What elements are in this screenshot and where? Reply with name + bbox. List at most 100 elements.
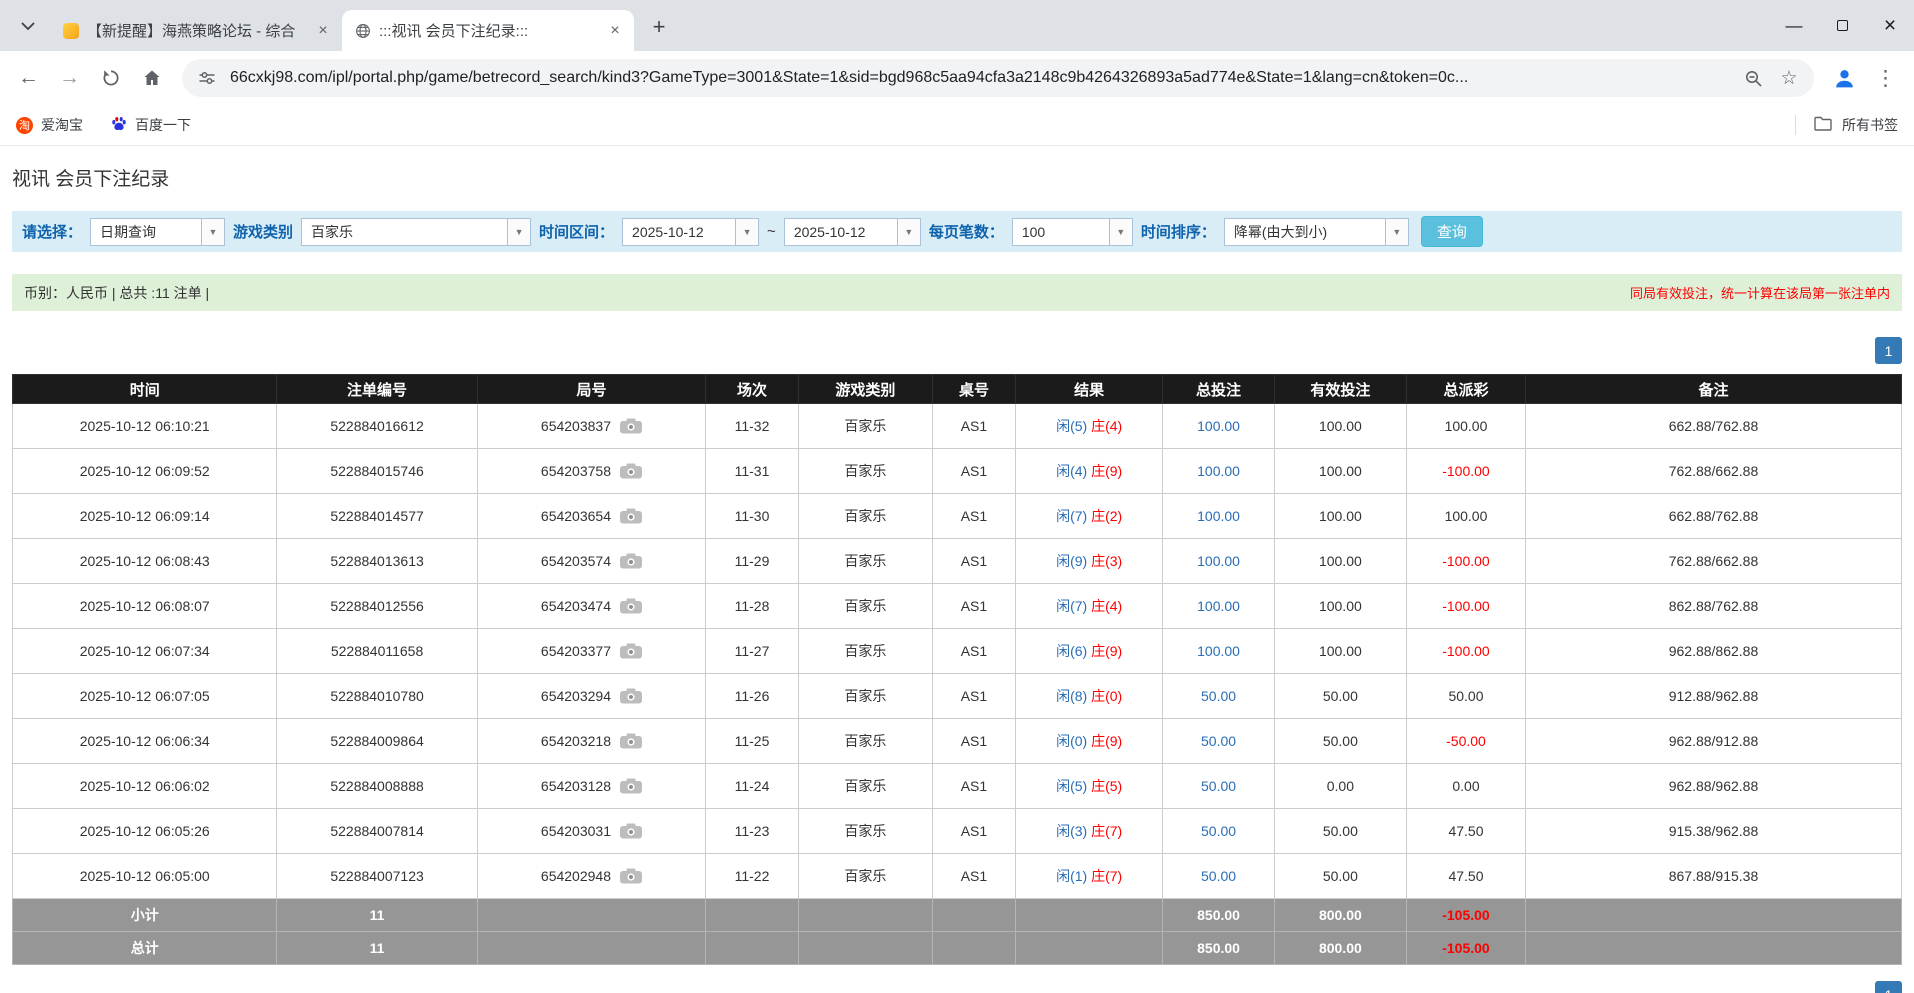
tab-close-icon[interactable]: × xyxy=(604,20,626,42)
browser-menu-icon[interactable]: ⋮ xyxy=(1867,60,1904,97)
minimize-button[interactable]: — xyxy=(1770,0,1818,51)
refresh-button[interactable] xyxy=(92,60,129,97)
replay-camera-icon[interactable] xyxy=(620,733,642,749)
total-payout: -105.00 xyxy=(1406,932,1525,965)
round-number: 654202948 xyxy=(541,868,611,884)
home-button[interactable] xyxy=(133,60,170,97)
all-bookmarks-button[interactable]: 所有书签 xyxy=(1795,115,1898,135)
all-bookmarks-label: 所有书签 xyxy=(1842,115,1898,135)
total-bet-cell[interactable]: 100.00 xyxy=(1163,539,1274,584)
round-number: 654203218 xyxy=(541,733,611,749)
round-cell: 654202948 xyxy=(477,854,706,899)
session-cell: 11-26 xyxy=(706,674,799,719)
chevron-down-icon[interactable]: ▼ xyxy=(507,219,530,245)
total-bet-cell[interactable]: 100.00 xyxy=(1163,584,1274,629)
page-1-button[interactable]: 1 xyxy=(1875,981,1902,993)
session-cell: 11-27 xyxy=(706,629,799,674)
replay-camera-icon[interactable] xyxy=(620,688,642,704)
zoom-icon[interactable] xyxy=(1740,65,1766,91)
page-title: 视讯 会员下注纪录 xyxy=(12,164,1902,191)
session-cell: 11-29 xyxy=(706,539,799,584)
total-bet-cell[interactable]: 50.00 xyxy=(1163,854,1274,899)
tab-forum[interactable]: 【新提醒】海燕策略论坛 - 综合 × xyxy=(50,10,342,51)
date-from-select[interactable]: 2025-10-12 ▼ xyxy=(622,218,759,246)
valid-bet-cell: 100.00 xyxy=(1274,404,1406,449)
page-1-button[interactable]: 1 xyxy=(1875,337,1902,364)
replay-camera-icon[interactable] xyxy=(620,823,642,839)
session-cell: 11-24 xyxy=(706,764,799,809)
new-tab-button[interactable]: + xyxy=(644,12,674,42)
table-row: 2025-10-12 06:09:52522884015746654203758… xyxy=(13,449,1902,494)
total-bet-cell[interactable]: 50.00 xyxy=(1163,674,1274,719)
session-cell: 11-22 xyxy=(706,854,799,899)
replay-camera-icon[interactable] xyxy=(620,553,642,569)
close-window-button[interactable]: × xyxy=(1866,0,1914,51)
bookmark-taobao[interactable]: 淘 爱淘宝 xyxy=(16,115,83,135)
table-row: 2025-10-12 06:06:34522884009864654203218… xyxy=(13,719,1902,764)
back-button[interactable]: ← xyxy=(10,60,47,97)
result-player: 闲(7) xyxy=(1056,508,1087,524)
total-bet-cell[interactable]: 100.00 xyxy=(1163,629,1274,674)
chevron-down-icon[interactable]: ▼ xyxy=(1109,219,1132,245)
column-header: 有效投注 xyxy=(1274,375,1406,404)
chevron-down-icon[interactable]: ▼ xyxy=(897,219,920,245)
column-header: 局号 xyxy=(477,375,706,404)
column-header: 游戏类别 xyxy=(798,375,932,404)
total-bet-cell[interactable]: 50.00 xyxy=(1163,764,1274,809)
date-to-select[interactable]: 2025-10-12 ▼ xyxy=(784,218,921,246)
bookmark-baidu[interactable]: 百度一下 xyxy=(111,115,191,135)
replay-camera-icon[interactable] xyxy=(620,418,642,434)
round-cell: 654203294 xyxy=(477,674,706,719)
bet-time-cell: 2025-10-12 06:08:43 xyxy=(13,539,277,584)
replay-camera-icon[interactable] xyxy=(620,643,642,659)
game-category-cell: 百家乐 xyxy=(798,719,932,764)
url-bar[interactable]: 66cxkj98.com/ipl/portal.php/game/betreco… xyxy=(182,59,1814,97)
profile-avatar[interactable] xyxy=(1826,60,1863,97)
replay-camera-icon[interactable] xyxy=(620,778,642,794)
per-page-label: 每页笔数： xyxy=(929,221,1004,242)
replay-camera-icon[interactable] xyxy=(620,868,642,884)
column-header: 备注 xyxy=(1525,375,1901,404)
replay-camera-icon[interactable] xyxy=(620,508,642,524)
empty-cell xyxy=(1016,899,1163,932)
total-bet-cell[interactable]: 100.00 xyxy=(1163,449,1274,494)
total-bet-cell[interactable]: 100.00 xyxy=(1163,494,1274,539)
subtotal-count: 11 xyxy=(277,899,477,932)
bet-time-cell: 2025-10-12 06:06:02 xyxy=(13,764,277,809)
game-type-label: 游戏类别 xyxy=(233,221,293,242)
round-cell: 654203837 xyxy=(477,404,706,449)
bet-time-cell: 2025-10-12 06:07:05 xyxy=(13,674,277,719)
empty-cell xyxy=(932,899,1015,932)
restore-icon xyxy=(1837,20,1848,31)
valid-bet-cell: 50.00 xyxy=(1274,719,1406,764)
table-row: 2025-10-12 06:06:02522884008888654203128… xyxy=(13,764,1902,809)
site-settings-icon[interactable] xyxy=(194,65,220,91)
chevron-down-icon[interactable]: ▼ xyxy=(1385,219,1408,245)
browser-window: 【新提醒】海燕策略论坛 - 综合 × :::视讯 会员下注纪录::: × + —… xyxy=(0,0,1914,146)
query-type-select[interactable]: 日期查询 ▼ xyxy=(90,218,225,246)
total-bet-cell[interactable]: 100.00 xyxy=(1163,404,1274,449)
empty-cell xyxy=(706,932,799,965)
url-text[interactable]: 66cxkj98.com/ipl/portal.php/game/betreco… xyxy=(230,69,1730,87)
chevron-down-icon[interactable]: ▼ xyxy=(735,219,758,245)
search-button[interactable]: 查询 xyxy=(1421,216,1483,247)
sort-select[interactable]: 降幂(由大到小) ▼ xyxy=(1224,218,1409,246)
note-cell: 867.88/915.38 xyxy=(1525,854,1901,899)
baidu-paw-icon xyxy=(111,116,127,135)
tab-search-icon[interactable] xyxy=(12,10,44,42)
forward-button[interactable]: → xyxy=(51,60,88,97)
maximize-restore-button[interactable] xyxy=(1818,0,1866,51)
bookmark-star-icon[interactable]: ☆ xyxy=(1776,65,1802,91)
tab-bet-record[interactable]: :::视讯 会员下注纪录::: × xyxy=(342,10,634,51)
empty-cell xyxy=(477,932,706,965)
tab-close-icon[interactable]: × xyxy=(312,20,334,42)
per-page-select[interactable]: 100 ▼ xyxy=(1012,218,1133,246)
total-bet-cell[interactable]: 50.00 xyxy=(1163,719,1274,764)
game-type-select[interactable]: 百家乐 ▼ xyxy=(301,218,531,246)
replay-camera-icon[interactable] xyxy=(620,598,642,614)
chevron-down-icon[interactable]: ▼ xyxy=(201,219,224,245)
replay-camera-icon[interactable] xyxy=(620,463,642,479)
total-bet-cell[interactable]: 50.00 xyxy=(1163,809,1274,854)
bet-id-cell: 522884009864 xyxy=(277,719,477,764)
bet-id-cell: 522884014577 xyxy=(277,494,477,539)
